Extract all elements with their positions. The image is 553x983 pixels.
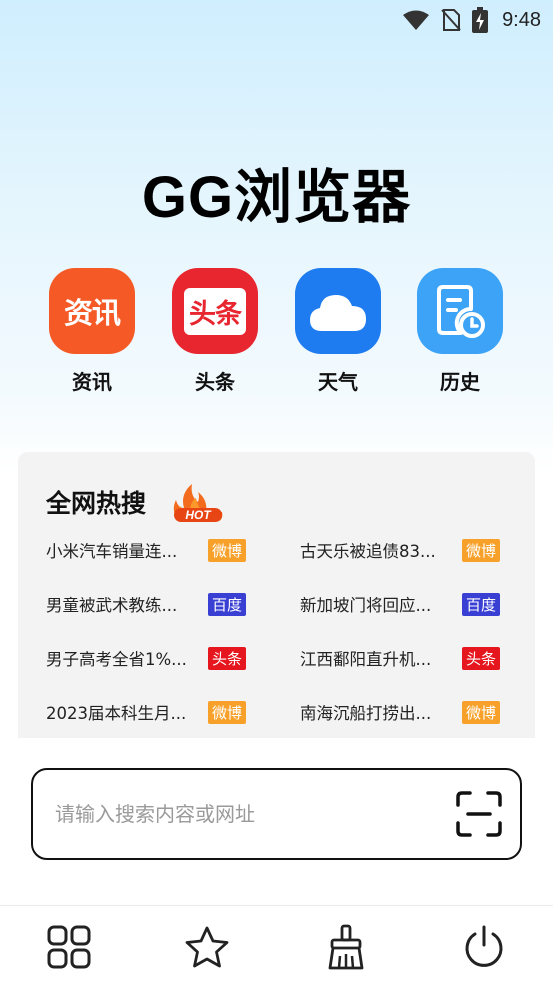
wifi-icon bbox=[403, 10, 430, 30]
shortcut-label: 头条 bbox=[195, 370, 235, 394]
hot-search-item[interactable]: 江西鄱阳直升机... 头条 bbox=[300, 646, 510, 670]
hot-search-row: 小米汽车销量连... 微博 古天乐被追债83... 微博 bbox=[46, 538, 507, 592]
hot-search-text: 男子高考全省1%... bbox=[46, 650, 187, 669]
source-tag: 微博 bbox=[462, 538, 501, 562]
weather-tile bbox=[295, 268, 381, 354]
hot-search-list: 小米汽车销量连... 微博 古天乐被追债83... 微博 男童被武术教练... … bbox=[46, 538, 507, 754]
search-bar bbox=[31, 768, 522, 860]
hot-search-header: 全网热搜 HOT bbox=[46, 482, 224, 522]
scan-icon[interactable] bbox=[456, 791, 502, 837]
nav-bookmarks-button[interactable] bbox=[184, 924, 230, 970]
headline-tile-icon: 头条 bbox=[172, 268, 258, 354]
nav-exit-button[interactable] bbox=[461, 924, 507, 970]
shortcut-headline[interactable]: 头条 头条 bbox=[160, 268, 270, 395]
source-tag: 百度 bbox=[462, 592, 501, 616]
source-tag: 百度 bbox=[208, 592, 247, 616]
hot-flame-icon: HOT bbox=[168, 482, 224, 522]
hot-search-text: 新加坡门将回应... bbox=[300, 596, 432, 615]
broom-icon bbox=[328, 924, 364, 970]
no-sim-icon bbox=[441, 9, 461, 31]
cloud-icon bbox=[310, 295, 366, 331]
hot-search-row: 2023届本科生月... 微博 南海沉船打捞出... 微博 bbox=[46, 700, 507, 754]
shortcut-label: 天气 bbox=[318, 370, 358, 394]
shortcut-history[interactable]: 历史 bbox=[405, 268, 515, 395]
news-tile-icon: 资讯 bbox=[49, 268, 135, 354]
hot-search-item[interactable]: 2023届本科生月... 微博 bbox=[46, 700, 256, 724]
app-title: GG浏览器 bbox=[141, 165, 412, 230]
hot-search-text: 男童被武术教练... bbox=[46, 596, 178, 615]
source-tag: 头条 bbox=[208, 646, 247, 670]
battery-charging-icon bbox=[472, 7, 489, 33]
status-time: 9:48 bbox=[502, 8, 541, 31]
hot-search-title: 全网热搜 bbox=[46, 489, 147, 518]
history-document-icon bbox=[437, 285, 485, 338]
hot-search-panel: 全网热搜 HOT 小米汽车销量连... 微博 古天乐被追债83... 微博 男童… bbox=[18, 452, 535, 738]
browser-home-screen: 9:48 GG浏览器 资讯 资讯 头条 头条 天气 历史 全网热搜 HOT 小米… bbox=[0, 0, 553, 983]
source-tag: 微博 bbox=[208, 538, 247, 562]
hot-search-text: 2023届本科生月... bbox=[46, 704, 187, 723]
hot-search-item[interactable]: 男子高考全省1%... 头条 bbox=[46, 646, 256, 670]
source-tag: 头条 bbox=[462, 646, 501, 670]
search-input[interactable] bbox=[55, 802, 456, 826]
status-bar: 9:48 bbox=[0, 0, 553, 40]
hot-search-row: 男子高考全省1%... 头条 江西鄱阳直升机... 头条 bbox=[46, 646, 507, 700]
nav-tabs-button[interactable] bbox=[46, 924, 92, 970]
hot-search-item[interactable]: 古天乐被追债83... 微博 bbox=[300, 538, 510, 562]
headline-tile-text: 头条 bbox=[184, 287, 246, 335]
source-tag: 微博 bbox=[208, 700, 247, 724]
nav-clean-button[interactable] bbox=[323, 924, 369, 970]
bottom-navigation bbox=[0, 905, 553, 983]
star-icon bbox=[185, 926, 229, 968]
hot-search-item[interactable]: 小米汽车销量连... 微博 bbox=[46, 538, 256, 562]
news-tile-text: 资讯 bbox=[63, 296, 121, 330]
hot-badge-text: HOT bbox=[185, 508, 212, 522]
hot-search-text: 江西鄱阳直升机... bbox=[300, 650, 432, 669]
hot-search-text: 南海沉船打捞出... bbox=[300, 704, 432, 723]
shortcut-weather[interactable]: 天气 bbox=[283, 268, 393, 395]
hot-search-row: 男童被武术教练... 百度 新加坡门将回应... 百度 bbox=[46, 592, 507, 646]
source-tag: 微博 bbox=[462, 700, 501, 724]
shortcut-label: 资讯 bbox=[72, 370, 112, 394]
shortcut-label: 历史 bbox=[440, 370, 480, 394]
hot-search-text: 小米汽车销量连... bbox=[46, 542, 178, 561]
shortcut-news[interactable]: 资讯 资讯 bbox=[37, 268, 147, 395]
shortcut-grid: 资讯 资讯 头条 头条 天气 历史 bbox=[0, 268, 553, 398]
hot-search-item[interactable]: 新加坡门将回应... 百度 bbox=[300, 592, 510, 616]
hot-search-text: 古天乐被追债83... bbox=[300, 542, 436, 561]
hot-search-item[interactable]: 男童被武术教练... 百度 bbox=[46, 592, 256, 616]
power-icon bbox=[465, 925, 503, 967]
hot-search-item[interactable]: 南海沉船打捞出... 微博 bbox=[300, 700, 510, 724]
history-tile bbox=[417, 268, 503, 354]
grid-icon bbox=[47, 925, 91, 969]
